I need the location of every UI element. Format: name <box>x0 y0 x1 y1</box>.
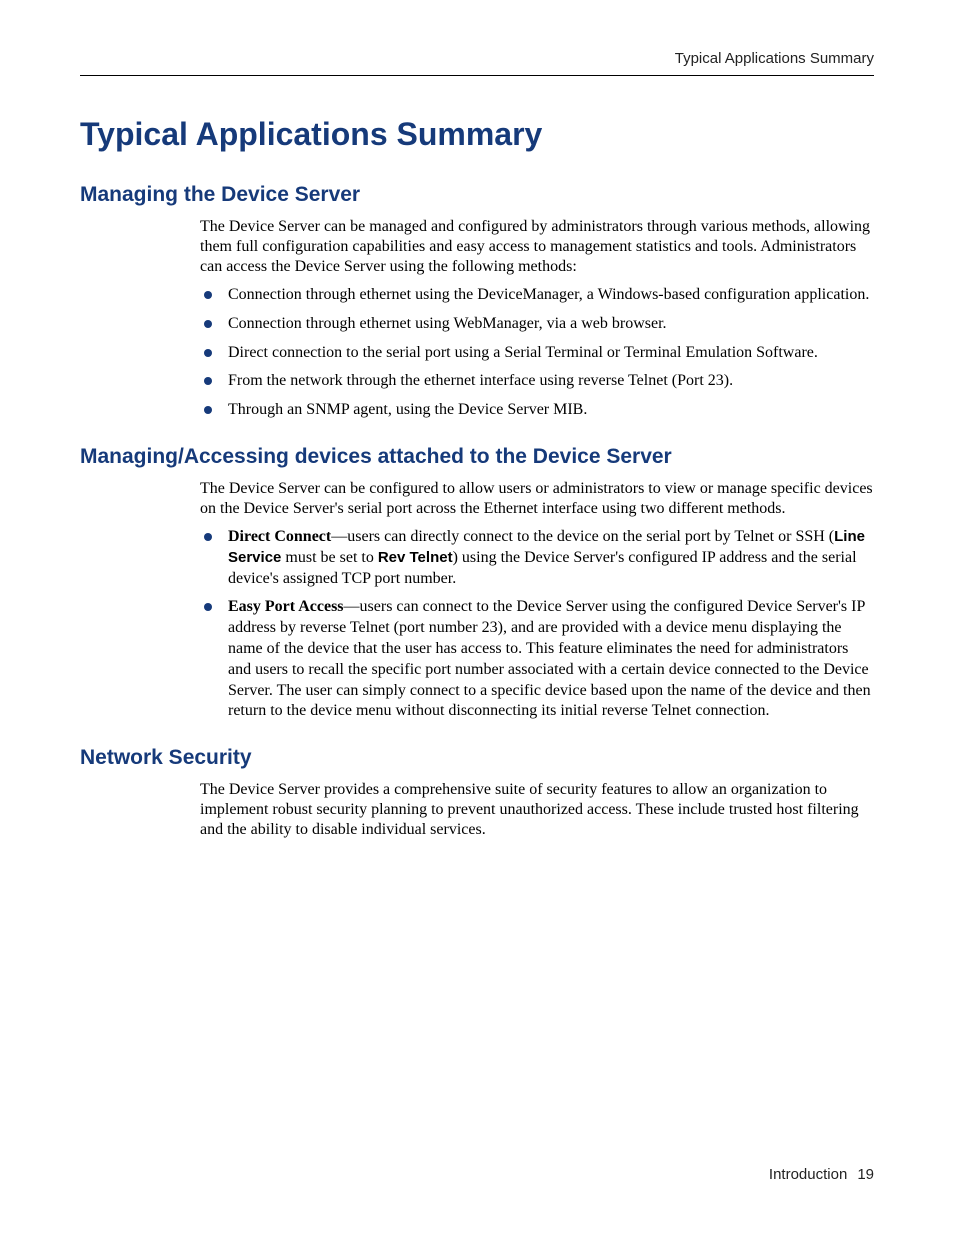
intro-paragraph: The Device Server can be managed and con… <box>200 217 874 277</box>
list-item: Direct Connect—users can directly connec… <box>200 527 874 589</box>
lead-term: Direct Connect <box>228 528 331 545</box>
bullet-list: Direct Connect—users can directly connec… <box>200 527 874 722</box>
intro-paragraph: The Device Server can be configured to a… <box>200 479 874 519</box>
section-body: The Device Server provides a comprehensi… <box>200 780 874 840</box>
text: —users can directly connect to the devic… <box>331 528 834 545</box>
section-heading-managing-devices: Managing/Accessing devices attached to t… <box>80 445 874 469</box>
list-item: From the network through the ethernet in… <box>200 371 874 392</box>
page-footer: Introduction 19 <box>769 1166 874 1183</box>
text: must be set to <box>281 549 377 566</box>
text: —users can connect to the Device Server … <box>228 598 871 719</box>
header-rule <box>80 75 874 76</box>
intro-paragraph: The Device Server provides a comprehensi… <box>200 780 874 840</box>
bullet-list: Connection through ethernet using the De… <box>200 285 874 421</box>
inline-bold: Rev Telnet <box>378 549 453 566</box>
list-item: Connection through ethernet using the De… <box>200 285 874 306</box>
section-heading-managing-server: Managing the Device Server <box>80 183 874 207</box>
footer-chapter: Introduction <box>769 1166 847 1183</box>
lead-term: Easy Port Access <box>228 598 344 615</box>
list-item: Connection through ethernet using WebMan… <box>200 314 874 335</box>
running-header: Typical Applications Summary <box>80 50 874 67</box>
section-body: The Device Server can be managed and con… <box>200 217 874 421</box>
list-item: Direct connection to the serial port usi… <box>200 343 874 364</box>
list-item: Through an SNMP agent, using the Device … <box>200 400 874 421</box>
list-item: Easy Port Access—users can connect to th… <box>200 597 874 722</box>
section-heading-network-security: Network Security <box>80 746 874 770</box>
footer-page-number: 19 <box>857 1166 874 1183</box>
page-title: Typical Applications Summary <box>80 116 874 153</box>
section-body: The Device Server can be configured to a… <box>200 479 874 722</box>
page: Typical Applications Summary Typical App… <box>0 0 954 1235</box>
